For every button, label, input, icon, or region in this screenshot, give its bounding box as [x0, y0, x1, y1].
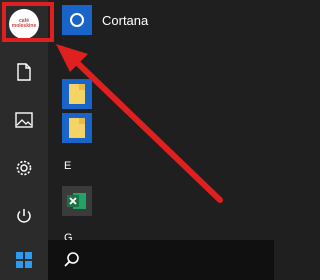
highlight-box [2, 2, 54, 42]
folder-icon [69, 84, 85, 104]
taskbar [0, 240, 274, 280]
windows-icon [16, 252, 32, 268]
power-button[interactable] [0, 192, 48, 240]
start-menu-rail: café moleskine [0, 0, 54, 240]
documents-icon [17, 63, 31, 81]
excel-tile [62, 186, 92, 216]
app-excel[interactable] [62, 184, 92, 218]
start-button[interactable] [0, 240, 48, 280]
app-list: Cortana E G [48, 0, 274, 244]
app-cortana[interactable]: Cortana [62, 3, 148, 37]
folder-tile-1 [62, 79, 92, 109]
folder-icon [69, 118, 85, 138]
cortana-tile [62, 5, 92, 35]
pictures-icon [15, 112, 33, 128]
app-folder-1[interactable] [62, 77, 92, 111]
settings-icon [16, 160, 32, 176]
app-folder-2[interactable] [62, 111, 92, 145]
pictures-button[interactable] [0, 96, 48, 144]
folder-tile-2 [62, 113, 92, 143]
section-letter-e[interactable]: E [64, 160, 71, 172]
excel-icon [67, 193, 86, 209]
cortana-label: Cortana [102, 12, 149, 28]
power-icon [17, 209, 31, 223]
documents-button[interactable] [0, 48, 48, 96]
search-button[interactable] [48, 240, 96, 280]
cortana-icon [70, 13, 84, 27]
search-icon [64, 252, 79, 267]
settings-button[interactable] [0, 144, 48, 192]
